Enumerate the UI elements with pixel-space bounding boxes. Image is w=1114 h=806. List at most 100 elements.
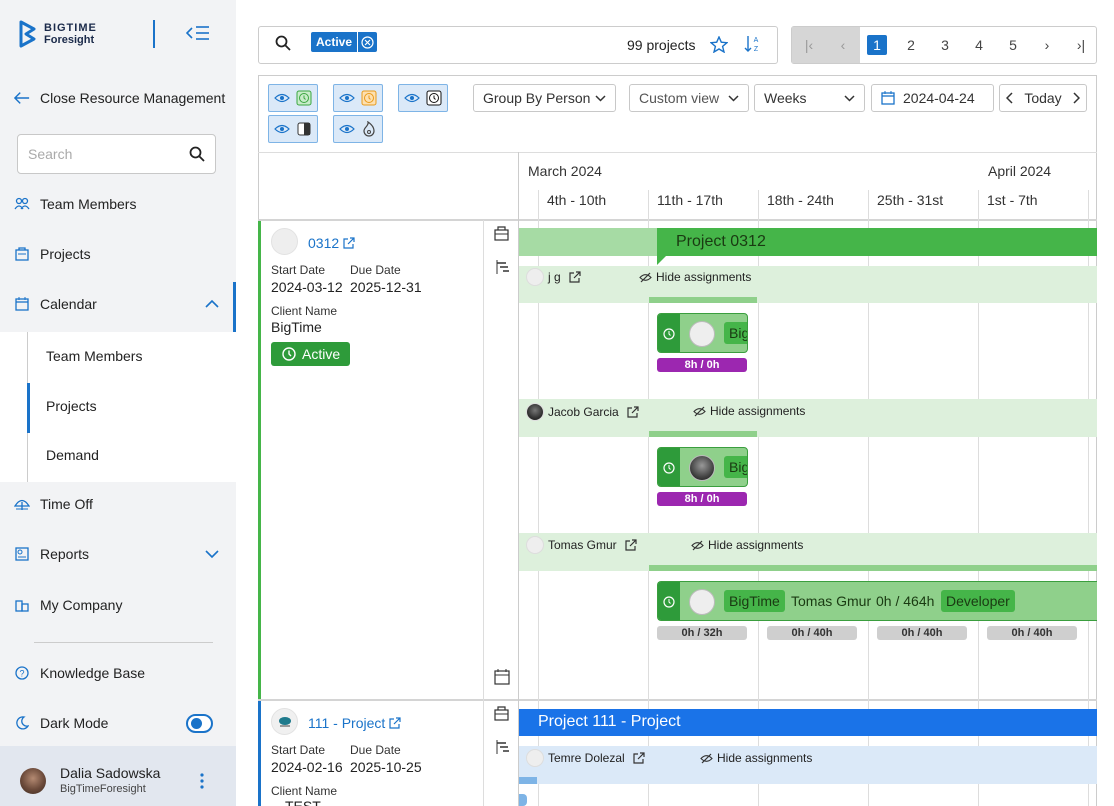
sidebar-item-knowledge-base[interactable]: ? Knowledge Base <box>0 651 236 695</box>
external-link-icon[interactable] <box>625 539 637 551</box>
calendar-sub-projects[interactable]: Projects <box>46 398 97 414</box>
utilization-bar <box>649 297 757 303</box>
toggle-active-visibility[interactable] <box>268 84 318 112</box>
calendar-sub-demand[interactable]: Demand <box>46 447 99 463</box>
toggle-archived-visibility[interactable] <box>268 115 318 143</box>
user-org: BigTimeForesight <box>60 783 146 795</box>
gantt-icon[interactable] <box>494 259 510 275</box>
project-link[interactable]: 0312 <box>308 235 355 251</box>
eye-icon <box>274 93 290 103</box>
today-button[interactable]: Today <box>1024 90 1061 106</box>
sort-az-icon[interactable]: AZ <box>744 34 762 54</box>
sidebar-item-my-company[interactable]: My Company <box>0 583 236 627</box>
next-page-button[interactable]: › <box>1030 27 1064 63</box>
user-menu-icon[interactable] <box>199 773 205 789</box>
hide-assignments-button[interactable]: Hide assignments <box>693 404 805 418</box>
chevron-down-icon[interactable] <box>205 550 219 559</box>
sidebar-item-calendar[interactable]: Calendar <box>0 282 236 326</box>
page-1-button[interactable]: 1 <box>860 27 894 63</box>
project-bar-title: Project 0312 <box>676 233 766 250</box>
custom-view-dropdown[interactable]: Custom view <box>629 84 749 112</box>
search-icon[interactable] <box>275 35 291 51</box>
eye-slash-icon <box>700 753 713 763</box>
sidebar-search-input[interactable] <box>28 146 168 162</box>
assignment-card[interactable]: Big <box>657 447 748 487</box>
toggle-completed-visibility[interactable] <box>398 84 448 112</box>
external-link-icon <box>343 237 355 249</box>
sidebar-item-projects[interactable]: Projects <box>0 232 236 276</box>
dark-mode-toggle[interactable] <box>186 714 213 733</box>
external-link-icon[interactable] <box>633 752 645 764</box>
clock-green-icon <box>296 90 312 106</box>
calendar-icon[interactable] <box>494 669 510 685</box>
sidebar-item-team-members[interactable]: Team Members <box>0 182 236 226</box>
external-link-icon[interactable] <box>569 271 581 283</box>
brand-product: Foresight <box>44 34 95 46</box>
eye-icon <box>274 124 290 134</box>
page-2-button[interactable]: 2 <box>894 27 928 63</box>
sidebar-item-label: Team Members <box>40 196 137 212</box>
sidebar-search[interactable] <box>17 134 216 174</box>
add-assignment-icon[interactable] <box>494 226 510 241</box>
page-5-button[interactable]: 5 <box>996 27 1030 63</box>
close-resource-management-button[interactable]: Close Resource Management <box>0 76 236 120</box>
chevron-down-icon <box>728 94 739 102</box>
filter-chip-active[interactable]: Active <box>311 32 378 52</box>
clock-icon <box>663 596 675 608</box>
add-assignment-icon[interactable] <box>494 706 510 721</box>
star-icon[interactable] <box>710 36 728 53</box>
sidebar-divider <box>34 642 213 643</box>
external-link-icon[interactable] <box>627 406 639 418</box>
date-value: 2024-04-24 <box>903 90 975 106</box>
toggle-pending-visibility[interactable] <box>333 84 383 112</box>
assignment-client-tag: BigTime <box>724 590 785 612</box>
sidebar-item-time-off[interactable]: Time Off <box>0 482 236 526</box>
person-row-jacob-garcia: Jacob Garcia <box>526 403 639 421</box>
brand-logo[interactable]: BIGTIME Foresight <box>18 20 97 48</box>
project-link[interactable]: 111 - Project <box>308 715 401 731</box>
page-4-button[interactable]: 4 <box>962 27 996 63</box>
person-name: Jacob Garcia <box>548 405 619 419</box>
page-3-button[interactable]: 3 <box>928 27 962 63</box>
reports-icon <box>14 546 30 562</box>
assignment-card-edge[interactable] <box>519 794 527 806</box>
status-badge: Active <box>271 342 350 366</box>
help-icon: ? <box>14 665 30 681</box>
gantt-icon[interactable] <box>494 739 510 755</box>
project-bar-title: Project 111 - Project <box>538 713 681 730</box>
first-page-button[interactable]: |‹ <box>792 27 826 63</box>
sidebar-item-label: Time Off <box>40 496 93 512</box>
assignment-card[interactable]: BigTime Tomas Gmur 0h / 464h Developer <box>657 581 1097 621</box>
prev-page-button[interactable]: ‹ <box>826 27 860 63</box>
calendar-submenu: Team Members Projects Demand <box>0 332 236 482</box>
prev-period-icon[interactable] <box>1006 92 1014 104</box>
person-avatar <box>526 749 544 767</box>
week-label: 1st - 7th <box>987 192 1038 208</box>
next-period-icon[interactable] <box>1072 92 1080 104</box>
pagination: |‹ ‹ 1 2 3 4 5 › ›| <box>791 26 1097 64</box>
toggle-draft-visibility[interactable] <box>333 115 383 143</box>
range-dropdown[interactable]: Weeks <box>754 84 865 112</box>
calendar-sub-team-members[interactable]: Team Members <box>46 348 142 364</box>
due-date-label: Due Date <box>350 263 401 277</box>
chevron-up-icon[interactable] <box>205 299 219 308</box>
hide-assignments-button[interactable]: Hide assignments <box>700 751 812 765</box>
hide-assignments-button[interactable]: Hide assignments <box>691 538 803 552</box>
group-by-dropdown[interactable]: Group By Person <box>473 84 616 112</box>
utilization-bar <box>649 565 1097 571</box>
week-label: 4th - 10th <box>547 192 607 208</box>
building-icon <box>14 597 30 613</box>
sidebar-item-label: My Company <box>40 597 123 613</box>
remove-filter-icon[interactable] <box>357 32 378 52</box>
date-picker[interactable]: 2024-04-24 <box>871 84 994 112</box>
assignment-card[interactable]: Big <box>657 313 748 353</box>
external-link-icon <box>389 717 401 729</box>
person-row-bg <box>519 266 1097 303</box>
collapse-sidebar-button[interactable] <box>185 24 210 45</box>
last-page-button[interactable]: ›| <box>1064 27 1098 63</box>
hide-assignments-button[interactable]: Hide assignments <box>639 270 751 284</box>
sidebar-item-reports[interactable]: Reports <box>0 532 236 576</box>
person-avatar <box>526 536 544 554</box>
month-label: April 2024 <box>988 163 1052 179</box>
search-icon[interactable] <box>189 146 205 162</box>
